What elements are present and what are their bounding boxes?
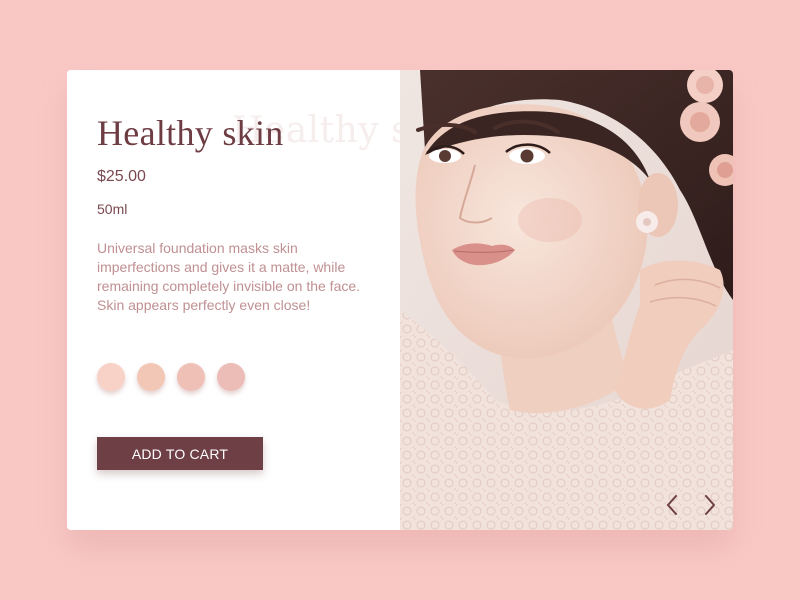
shade-swatches bbox=[97, 363, 245, 391]
shade-swatch-1[interactable] bbox=[97, 363, 125, 391]
shade-swatch-2[interactable] bbox=[137, 363, 165, 391]
gallery-prev-button[interactable] bbox=[662, 492, 682, 518]
product-volume: 50ml bbox=[97, 201, 128, 217]
chevron-right-icon bbox=[705, 495, 715, 515]
product-card: Healthy skin Healthy skin $25.00 50ml Un… bbox=[67, 70, 733, 530]
earring-flower-icon bbox=[636, 211, 658, 233]
product-model-photo bbox=[400, 70, 733, 530]
product-price: $25.00 bbox=[97, 168, 146, 185]
product-title: Healthy skin bbox=[97, 113, 284, 153]
shade-swatch-3[interactable] bbox=[177, 363, 205, 391]
product-info-panel: Healthy skin Healthy skin $25.00 50ml Un… bbox=[67, 70, 468, 530]
product-description: Universal foundation masks skin imperfec… bbox=[97, 240, 361, 313]
add-to-cart-button[interactable]: ADD TO CART bbox=[97, 437, 263, 470]
gallery-next-button[interactable] bbox=[700, 492, 720, 518]
chevron-left-icon bbox=[667, 495, 677, 515]
shade-swatch-4[interactable] bbox=[217, 363, 245, 391]
model-portrait-image bbox=[400, 70, 733, 530]
